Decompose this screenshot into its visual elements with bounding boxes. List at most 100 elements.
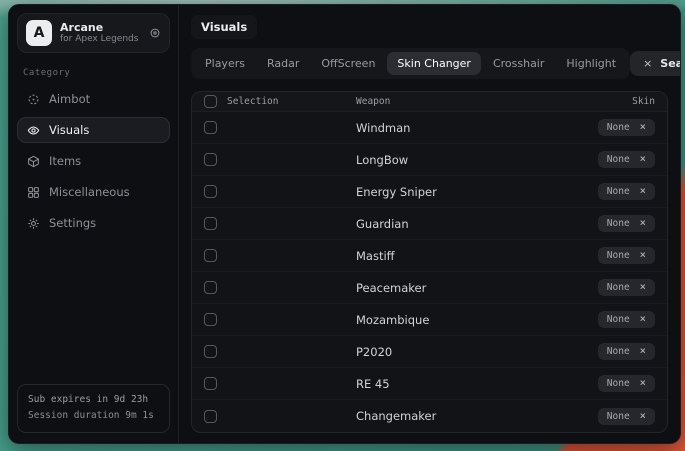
table-row: RE 45 None × [192, 368, 667, 400]
weapon-name: Energy Sniper [356, 185, 559, 199]
skin-value: None [607, 411, 630, 422]
remove-skin-icon[interactable]: × [640, 314, 646, 325]
column-header-selection: Selection [227, 96, 278, 107]
row-checkbox[interactable] [204, 121, 217, 134]
row-checkbox[interactable] [204, 377, 217, 390]
remove-skin-icon[interactable]: × [640, 346, 646, 357]
subscription-info: Sub expires in 9d 23h Session duration 9… [17, 384, 170, 433]
row-checkbox[interactable] [204, 313, 217, 326]
skin-selector[interactable]: None × [598, 183, 655, 200]
crosshair-icon [26, 92, 40, 106]
weapon-name: LongBow [356, 153, 559, 167]
remove-skin-icon[interactable]: × [640, 378, 646, 389]
search-button[interactable]: × Search [630, 51, 681, 76]
skin-selector[interactable]: None × [598, 408, 655, 425]
skin-value: None [607, 282, 630, 293]
weapon-name: RE 45 [356, 377, 559, 391]
skin-selector[interactable]: None × [598, 279, 655, 296]
select-all-checkbox[interactable] [204, 95, 217, 108]
app-name: Arcane [60, 21, 141, 35]
sidebar-nav: Aimbot Visuals Items Miscellaneous Setti… [17, 86, 170, 236]
sub-expires-text: Sub expires in 9d 23h [28, 392, 159, 409]
weapon-name: Guardian [356, 217, 559, 231]
row-checkbox[interactable] [204, 281, 217, 294]
column-header-skin: Skin [559, 96, 655, 107]
search-button-label: Search [660, 57, 681, 70]
skin-value: None [607, 250, 630, 261]
sidebar-item-label: Settings [49, 216, 96, 230]
gear-icon[interactable] [149, 27, 161, 39]
skin-value: None [607, 378, 630, 389]
skin-value: None [607, 314, 630, 325]
table-row: Mastiff None × [192, 240, 667, 272]
weapon-name: Mozambique [356, 313, 559, 327]
tab-offscreen[interactable]: OffScreen [311, 52, 385, 75]
table-row: P2020 None × [192, 336, 667, 368]
skin-value: None [607, 122, 630, 133]
skin-selector[interactable]: None × [598, 215, 655, 232]
remove-skin-icon[interactable]: × [640, 218, 646, 229]
remove-skin-icon[interactable]: × [640, 154, 646, 165]
skin-selector[interactable]: None × [598, 311, 655, 328]
row-checkbox[interactable] [204, 153, 217, 166]
row-checkbox[interactable] [204, 217, 217, 230]
table-row: Guardian None × [192, 208, 667, 240]
app-logo-card: A Arcane for Apex Legends [17, 13, 170, 53]
remove-skin-icon[interactable]: × [640, 282, 646, 293]
skin-selector[interactable]: None × [598, 119, 655, 136]
row-checkbox[interactable] [204, 410, 217, 423]
skin-selector[interactable]: None × [598, 343, 655, 360]
weapon-name: Peacemaker [356, 281, 559, 295]
table-row: Peacemaker None × [192, 272, 667, 304]
sidebar-item-miscellaneous[interactable]: Miscellaneous [17, 179, 170, 205]
weapon-name: Mastiff [356, 249, 559, 263]
skin-value: None [607, 154, 630, 165]
sidebar-item-label: Visuals [49, 123, 89, 137]
sidebar-item-items[interactable]: Items [17, 148, 170, 174]
table-row: Mozambique None × [192, 304, 667, 336]
sidebar-item-visuals[interactable]: Visuals [17, 117, 170, 143]
main-panel: Visuals PlayersRadarOffScreenSkin Change… [179, 5, 680, 443]
tab-highlight[interactable]: Highlight [556, 52, 626, 75]
gear-icon [26, 216, 40, 230]
remove-skin-icon[interactable]: × [640, 411, 646, 422]
row-checkbox[interactable] [204, 185, 217, 198]
skin-selector[interactable]: None × [598, 151, 655, 168]
category-label: Category [23, 68, 164, 78]
sidebar-item-label: Aimbot [49, 92, 90, 106]
tab-group: PlayersRadarOffScreenSkin ChangerCrossha… [191, 48, 630, 79]
sidebar-item-aimbot[interactable]: Aimbot [17, 86, 170, 112]
skin-value: None [607, 186, 630, 197]
tab-skin-changer[interactable]: Skin Changer [387, 52, 481, 75]
tab-players[interactable]: Players [195, 52, 255, 75]
skin-value: None [607, 346, 630, 357]
skin-value: None [607, 218, 630, 229]
remove-skin-icon[interactable]: × [640, 186, 646, 197]
row-checkbox[interactable] [204, 249, 217, 262]
grid-icon [26, 185, 40, 199]
table-row: LongBow None × [192, 144, 667, 176]
weapon-name: P2020 [356, 345, 559, 359]
app-logo: A [26, 20, 52, 46]
remove-skin-icon[interactable]: × [640, 250, 646, 261]
table-header-row: Selection Weapon Skin [192, 92, 667, 112]
weapon-name: Windman [356, 121, 559, 135]
session-duration-text: Session duration 9m 1s [28, 408, 159, 425]
page-title: Visuals [191, 15, 257, 39]
tab-crosshair[interactable]: Crosshair [483, 52, 554, 75]
remove-skin-icon[interactable]: × [640, 122, 646, 133]
sidebar-item-label: Miscellaneous [49, 185, 130, 199]
skin-selector[interactable]: None × [598, 247, 655, 264]
skin-table: Selection Weapon Skin Windman None × Lon… [191, 91, 668, 433]
app-window: A Arcane for Apex Legends Category Aimbo… [8, 4, 681, 444]
tab-radar[interactable]: Radar [257, 52, 309, 75]
sidebar: A Arcane for Apex Legends Category Aimbo… [9, 5, 179, 443]
table-body: Windman None × LongBow None × Energy Sni… [192, 112, 667, 432]
table-row: Energy Sniper None × [192, 176, 667, 208]
skin-selector[interactable]: None × [598, 375, 655, 392]
table-row: Changemaker None × [192, 400, 667, 432]
row-checkbox[interactable] [204, 345, 217, 358]
table-row: Windman None × [192, 112, 667, 144]
search-icon: × [643, 57, 652, 70]
sidebar-item-settings[interactable]: Settings [17, 210, 170, 236]
